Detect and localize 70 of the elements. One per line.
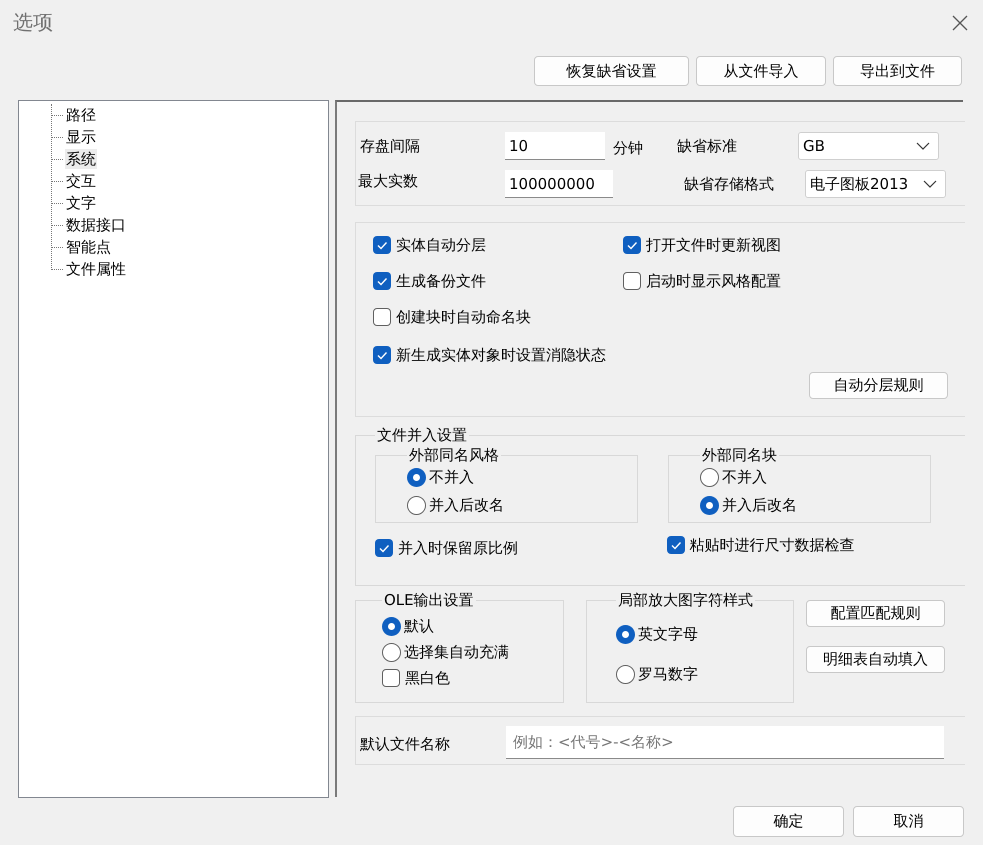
radio-button[interactable] — [382, 642, 401, 662]
checkbox[interactable] — [382, 669, 400, 687]
checkbox[interactable] — [666, 536, 685, 554]
group-title: 外部同名风格 — [408, 446, 500, 465]
checkbox-label[interactable]: 粘贴时进行尺寸数据检查 — [690, 536, 855, 554]
button[interactable]: 确定 — [733, 806, 844, 837]
radio-label[interactable]: 并入后改名 — [722, 496, 797, 514]
checkbox[interactable] — [375, 539, 393, 557]
group-title: OLE输出设置 — [383, 591, 475, 610]
checkbox-label[interactable]: 实体自动分层 — [396, 236, 486, 254]
radio-label[interactable]: 并入后改名 — [429, 496, 504, 514]
field-label: 缺省标准 — [677, 136, 738, 156]
radio-button[interactable] — [407, 496, 426, 514]
radio-button[interactable] — [616, 664, 635, 684]
tree-item[interactable]: 路径 — [65, 105, 97, 125]
button[interactable]: 恢复缺省设置 — [534, 56, 689, 86]
checkbox[interactable] — [623, 272, 641, 290]
close-icon[interactable] — [952, 14, 968, 30]
checkbox-label[interactable]: 启动时显示风格配置 — [646, 272, 781, 290]
group-title: 文件并入设置 — [376, 426, 468, 445]
unit-label: 分钟 — [613, 138, 644, 158]
input-field[interactable]: 10 — [505, 132, 605, 160]
radio-label[interactable]: 罗马数字 — [638, 664, 698, 684]
tree-item[interactable]: 智能点 — [65, 237, 112, 257]
checkbox-label[interactable]: 并入时保留原比例 — [398, 538, 518, 558]
radio-button[interactable] — [700, 496, 719, 514]
tree-item[interactable]: 数据接口 — [65, 215, 127, 235]
tree-item[interactable]: 系统 — [65, 149, 97, 169]
radio-button[interactable] — [382, 616, 401, 636]
dropdown[interactable]: GB — [798, 132, 939, 160]
checkbox[interactable] — [373, 272, 391, 290]
radio-label[interactable]: 默认 — [404, 616, 434, 636]
checkbox[interactable] — [623, 236, 641, 254]
tree-item[interactable]: 显示 — [65, 127, 97, 147]
radio-label[interactable]: 英文字母 — [638, 624, 698, 644]
chevron-down-icon — [916, 142, 930, 150]
checkbox-label[interactable]: 新生成实体对象时设置消隐状态 — [396, 346, 606, 364]
button[interactable]: 从文件导入 — [696, 56, 826, 86]
tree-item[interactable]: 交互 — [65, 171, 97, 191]
chevron-down-icon — [923, 180, 937, 188]
button[interactable]: 取消 — [853, 806, 964, 837]
dropdown[interactable]: 电子图板2013 — [805, 170, 946, 198]
field-label: 默认文件名称 — [360, 735, 451, 754]
checkbox-label[interactable]: 生成备份文件 — [396, 272, 486, 290]
checkbox[interactable] — [373, 236, 391, 254]
tree-item[interactable]: 文件属性 — [65, 259, 127, 279]
group-title: 外部同名块 — [701, 446, 778, 465]
window-title: 选项 — [13, 9, 53, 36]
field-label: 最大实数 — [358, 172, 419, 190]
radio-button[interactable] — [616, 624, 635, 644]
radio-button[interactable] — [407, 468, 426, 486]
radio-label[interactable]: 不并入 — [722, 468, 767, 486]
field-label: 存盘间隔 — [360, 136, 421, 156]
input-field[interactable]: 100000000 — [505, 170, 613, 198]
button[interactable]: 自动分层规则 — [809, 372, 948, 399]
checkbox[interactable] — [373, 308, 391, 326]
button[interactable]: 配置匹配规则 — [806, 600, 945, 627]
checkbox-label[interactable]: 打开文件时更新视图 — [646, 236, 781, 254]
button[interactable]: 明细表自动填入 — [806, 646, 945, 673]
group-title: 局部放大图字符样式 — [617, 591, 754, 610]
checkbox[interactable] — [373, 346, 391, 364]
radio-label[interactable]: 不并入 — [429, 468, 474, 486]
radio-button[interactable] — [700, 468, 719, 486]
field-label: 缺省存储格式 — [684, 174, 775, 194]
button[interactable]: 导出到文件 — [833, 56, 962, 86]
checkbox-label[interactable]: 创建块时自动命名块 — [396, 308, 531, 326]
input-field[interactable]: 例如：<代号>-<名称> — [506, 726, 944, 759]
checkbox-label[interactable]: 黑白色 — [405, 668, 450, 688]
tree-item[interactable]: 文字 — [65, 193, 97, 213]
radio-label[interactable]: 选择集自动充满 — [404, 642, 509, 662]
